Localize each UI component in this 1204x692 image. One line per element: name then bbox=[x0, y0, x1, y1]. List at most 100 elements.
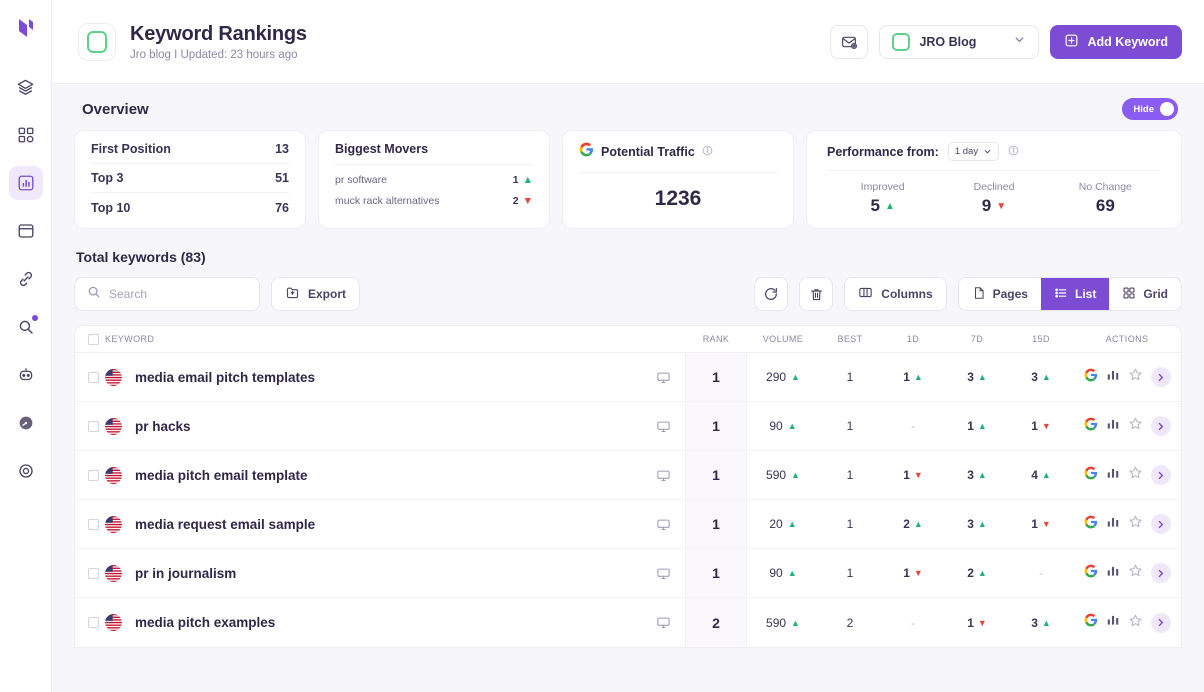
performance-range-select[interactable]: 1 day bbox=[947, 142, 1000, 161]
row-checkbox[interactable] bbox=[87, 469, 99, 481]
search-box[interactable] bbox=[74, 277, 260, 311]
chevron-right-icon[interactable] bbox=[1150, 367, 1171, 387]
star-outline-icon[interactable] bbox=[1128, 416, 1143, 436]
performance-value-group: 9 ▼ bbox=[938, 196, 1049, 216]
bar-chart-icon[interactable] bbox=[1106, 417, 1120, 436]
google-icon[interactable] bbox=[1084, 515, 1098, 534]
google-icon[interactable] bbox=[1084, 613, 1098, 632]
add-keyword-button[interactable]: Add Keyword bbox=[1050, 24, 1182, 59]
select-all-checkbox[interactable] bbox=[87, 333, 99, 345]
keyword-cell: pr hacks bbox=[101, 417, 641, 435]
rank-value: 1 bbox=[685, 500, 747, 548]
table-row[interactable]: pr in journalism 1 90 ▲ 1 1 ▼ 2 ▲ - bbox=[75, 549, 1181, 598]
chevron-right-icon[interactable] bbox=[1150, 514, 1171, 534]
chevron-right-icon[interactable] bbox=[1150, 465, 1171, 485]
table-row[interactable]: media pitch email template 1 590 ▲ 1 1 ▼ 3 ▲ 4 ▲ bbox=[75, 451, 1181, 500]
row-checkbox[interactable] bbox=[87, 420, 99, 432]
arrow-up-icon: ▲ bbox=[913, 519, 923, 529]
brand-logo-icon[interactable] bbox=[8, 10, 44, 46]
sidebar-item-apps[interactable] bbox=[9, 118, 43, 152]
chevron-right-icon[interactable] bbox=[1150, 563, 1171, 583]
table-row[interactable]: media request email sample 1 20 ▲ 1 2 ▲ 3 ▲ 1 ▼ bbox=[75, 500, 1181, 549]
toggle-knob bbox=[1160, 102, 1174, 116]
row-checkbox[interactable] bbox=[87, 567, 99, 579]
bar-chart-icon[interactable] bbox=[1106, 564, 1120, 583]
mail-settings-icon[interactable] bbox=[830, 24, 869, 59]
google-icon[interactable] bbox=[1084, 417, 1098, 436]
header-keyword[interactable]: KEYWORD bbox=[101, 334, 641, 344]
header-15d[interactable]: 15D bbox=[1009, 334, 1073, 344]
grid-button[interactable]: Grid bbox=[1109, 278, 1181, 310]
trend-1d-cell: - bbox=[881, 616, 945, 630]
sidebar-item-layers[interactable] bbox=[9, 70, 43, 104]
star-outline-icon[interactable] bbox=[1128, 465, 1143, 485]
sidebar-item-site-audit[interactable] bbox=[9, 214, 43, 248]
bar-chart-icon[interactable] bbox=[1106, 466, 1120, 485]
keyword-label[interactable]: media pitch examples bbox=[135, 615, 275, 630]
arrow-up-icon: ▲ bbox=[522, 174, 533, 186]
trend-value: 1 bbox=[967, 615, 974, 630]
sidebar-item-backlinks[interactable] bbox=[9, 262, 43, 296]
keyword-label[interactable]: pr hacks bbox=[135, 419, 191, 434]
row-checkbox[interactable] bbox=[87, 617, 99, 628]
sidebar-item-ai-assistant[interactable] bbox=[9, 358, 43, 392]
google-icon[interactable] bbox=[1084, 368, 1098, 387]
pages-label: Pages bbox=[992, 287, 1028, 301]
refresh-button[interactable] bbox=[754, 277, 789, 311]
sidebar-item-rankings[interactable] bbox=[8, 166, 43, 200]
trend-value: 3 bbox=[1031, 370, 1038, 384]
bar-chart-icon[interactable] bbox=[1106, 515, 1120, 534]
pages-button[interactable]: Pages bbox=[959, 278, 1041, 310]
hide-toggle[interactable]: Hide bbox=[1122, 98, 1178, 120]
performance-header: Performance from: 1 day bbox=[827, 142, 1161, 171]
info-icon[interactable] bbox=[1008, 143, 1019, 161]
device-icon bbox=[641, 615, 685, 630]
export-button[interactable]: Export bbox=[271, 277, 361, 311]
delete-button[interactable] bbox=[799, 277, 834, 311]
row-checkbox[interactable] bbox=[87, 518, 99, 530]
stat-row-top-10: Top 10 76 bbox=[91, 193, 289, 222]
chevron-right-icon[interactable] bbox=[1150, 416, 1171, 436]
arrow-up-icon: ▲ bbox=[913, 372, 923, 382]
view-switcher: Pages List Grid bbox=[957, 277, 1182, 311]
bar-chart-icon[interactable] bbox=[1106, 368, 1120, 387]
arrow-up-icon: ▲ bbox=[977, 372, 987, 382]
google-icon[interactable] bbox=[1084, 564, 1098, 583]
header-1d[interactable]: 1D bbox=[881, 334, 945, 344]
search-input[interactable] bbox=[109, 287, 247, 301]
actions-cell bbox=[1073, 465, 1181, 485]
device-icon bbox=[641, 517, 685, 532]
list-icon bbox=[1054, 286, 1068, 303]
bar-chart-icon[interactable] bbox=[1106, 613, 1120, 632]
trend-1d-cell: - bbox=[881, 419, 945, 433]
keyword-label[interactable]: media pitch email template bbox=[135, 468, 308, 483]
header-rank[interactable]: RANK bbox=[685, 326, 747, 352]
trend-value: 1 bbox=[903, 468, 910, 482]
arrow-down-icon: ▼ bbox=[1041, 519, 1051, 529]
sidebar-item-performance[interactable] bbox=[9, 406, 43, 440]
sidebar-item-keyword-research[interactable] bbox=[9, 310, 43, 344]
columns-button[interactable]: Columns bbox=[844, 277, 947, 311]
star-outline-icon[interactable] bbox=[1128, 613, 1143, 633]
header-volume[interactable]: VOLUME bbox=[747, 334, 819, 344]
sidebar-item-settings[interactable] bbox=[9, 454, 43, 488]
star-outline-icon[interactable] bbox=[1128, 514, 1143, 534]
performance-declined: Declined 9 ▼ bbox=[938, 181, 1049, 216]
list-button[interactable]: List bbox=[1040, 278, 1110, 310]
keyword-label[interactable]: pr in journalism bbox=[135, 566, 236, 581]
site-selector[interactable]: JRO Blog bbox=[879, 24, 1040, 59]
stat-value: 76 bbox=[275, 200, 289, 215]
header-7d[interactable]: 7D bbox=[945, 334, 1009, 344]
star-outline-icon[interactable] bbox=[1128, 563, 1143, 583]
chevron-right-icon[interactable] bbox=[1150, 612, 1171, 633]
table-row[interactable]: media pitch examples 2 590 ▲ 2-1 ▼ 3 ▲ bbox=[75, 598, 1181, 647]
info-icon[interactable] bbox=[702, 143, 713, 161]
star-outline-icon[interactable] bbox=[1128, 367, 1143, 387]
google-icon[interactable] bbox=[1084, 466, 1098, 485]
keyword-label[interactable]: media request email sample bbox=[135, 517, 315, 532]
keyword-label[interactable]: media email pitch templates bbox=[135, 370, 315, 385]
header-best[interactable]: BEST bbox=[819, 334, 881, 344]
table-row[interactable]: pr hacks 1 90 ▲ 1-1 ▲ 1 ▼ bbox=[75, 402, 1181, 451]
row-checkbox[interactable] bbox=[87, 371, 99, 383]
table-row[interactable]: media email pitch templates 1 290 ▲ 1 1 ▲ 3 ▲ 3 ▲ bbox=[75, 353, 1181, 402]
